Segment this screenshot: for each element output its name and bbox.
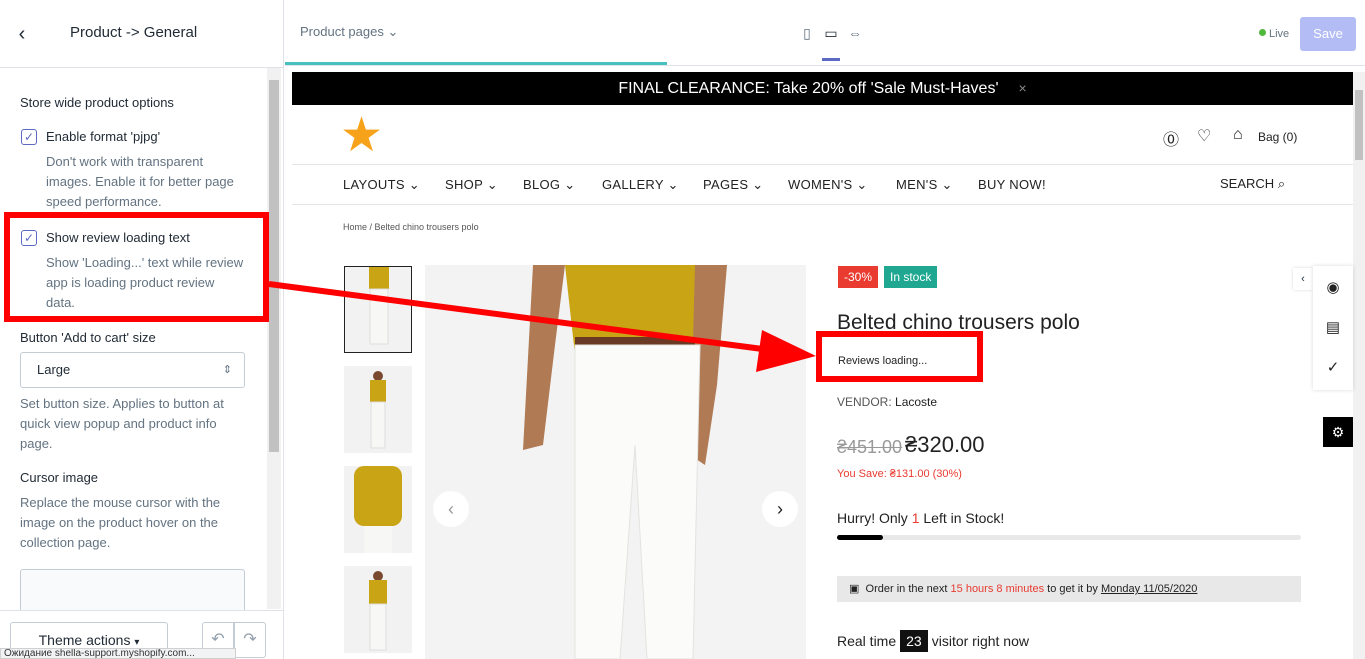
product-thumbnail-4[interactable] (344, 566, 412, 653)
chevron-left-icon[interactable]: ‹ (1293, 268, 1313, 290)
product-thumbnail-3[interactable] (344, 466, 412, 553)
button-size-select[interactable]: Large ⇕ (20, 352, 245, 388)
nav-womens[interactable]: WOMEN'S ⌄ (788, 177, 868, 193)
pjpg-checkbox[interactable]: ✓ (21, 129, 37, 145)
close-icon[interactable]: × (1019, 80, 1027, 96)
live-dot-icon (1259, 29, 1266, 36)
nav-pages[interactable]: PAGES ⌄ (703, 177, 763, 193)
stock-badge: In stock (884, 266, 938, 288)
sale-badge: -30% (838, 266, 879, 288)
vendor-name[interactable]: Lacoste (895, 395, 937, 409)
order-mid: to get it by (1047, 583, 1098, 595)
stock-countdown: Hurry! Only 1 Left in Stock! (837, 510, 1004, 526)
realtime-pre: Real time (837, 633, 897, 649)
image-prev-icon[interactable]: ‹ (433, 491, 469, 527)
realtime-visitors: Real time 23 visitor right now (837, 630, 1029, 652)
search-button[interactable]: SEARCH ⌕ (1220, 176, 1285, 192)
caret-down-icon: ▾ (134, 637, 140, 648)
truck-icon: ▣ (849, 583, 860, 595)
sidebar-header: ‹ Product -> General (0, 0, 283, 68)
current-price: ₴320.00 (905, 432, 985, 457)
nav-mens[interactable]: MEN'S ⌄ (896, 177, 953, 193)
active-device-indicator (822, 58, 840, 61)
announcement-bar: FINAL CLEARANCE: Take 20% off 'Sale Must… (292, 72, 1353, 105)
hurry-post: Left in Stock! (923, 510, 1005, 526)
visitor-count: 23 (900, 630, 928, 652)
save-button[interactable]: Save (1300, 17, 1356, 51)
hurry-number: 1 (911, 510, 920, 526)
breadcrumb: Home / Belted chino trousers polo (343, 222, 479, 232)
mobile-view-icon[interactable]: ▯ (798, 24, 816, 42)
fullwidth-view-icon[interactable]: ⇔ (846, 24, 864, 42)
highlight-box-sidebar (4, 212, 269, 322)
product-thumbnail-2[interactable] (344, 366, 412, 453)
cursor-image-description: Replace the mouse cursor with the image … (20, 495, 221, 550)
vendor: VENDOR: Lacoste (837, 395, 937, 409)
realtime-post: visitor right now (931, 633, 1029, 649)
nav-shop[interactable]: SHOP ⌄ (445, 177, 498, 193)
product-main-image[interactable]: ‹ › (425, 265, 806, 659)
desktop-view-icon[interactable]: ▭ (822, 24, 840, 42)
nav-blog[interactable]: BLOG ⌄ (523, 177, 575, 193)
page-type-select[interactable]: Product pages ⌄ (300, 24, 398, 40)
preview-scrollbar-thumb[interactable] (1355, 90, 1363, 160)
order-date: Monday 11/05/2020 (1100, 583, 1198, 595)
store-logo[interactable]: ★ (340, 112, 383, 160)
bag-icon[interactable]: ⌂ (1233, 126, 1243, 144)
loading-progress-bar (285, 62, 667, 65)
button-size-value: Large (37, 362, 71, 377)
vendor-label: VENDOR: (837, 395, 892, 409)
button-size-description: Set button size. Applies to button at qu… (20, 396, 224, 451)
chevron-left-icon[interactable]: ‹ (8, 20, 36, 48)
pjpg-label: Enable format 'pjpg' (46, 129, 161, 144)
nav-divider (292, 204, 1353, 205)
nav-gallery[interactable]: GALLERY ⌄ (602, 177, 679, 193)
order-pre: Order in the next (865, 583, 948, 595)
preview-scrollbar[interactable] (1353, 72, 1365, 659)
help-icon[interactable]: ⓪ (1163, 126, 1179, 150)
theme-actions-label: Theme actions (38, 632, 131, 648)
stock-progress-fill (837, 535, 884, 540)
order-time: 15 hours 8 minutes (950, 583, 1045, 595)
sidebar-title: Product -> General (70, 24, 198, 41)
pjpg-description: Don't work with transparent images. Enab… (46, 154, 234, 209)
chevron-down-icon: ⌄ (387, 24, 399, 39)
browser-status-bar: Ожидание shella-support.myshopify.com... (0, 648, 236, 659)
delivery-timer: ▣ Order in the next 15 hours 8 minutes t… (837, 576, 1301, 602)
search-icon: ⌕ (1277, 176, 1286, 191)
nav-layouts[interactable]: LAYOUTS ⌄ (343, 177, 420, 193)
search-label: SEARCH (1220, 176, 1275, 191)
highlight-box-preview (816, 331, 983, 382)
select-arrows-icon: ⇕ (222, 364, 232, 376)
hurry-pre: Hurry! Only (837, 510, 908, 526)
you-save: You Save: ₴131.00 (30%) (837, 468, 962, 480)
redo-icon[interactable]: ↷ (234, 622, 266, 658)
gears-icon[interactable]: ⚙ (1323, 417, 1353, 447)
stock-progress-bar (837, 535, 1301, 540)
page-type-label: Product pages (300, 24, 384, 39)
product-thumbnail-1[interactable] (344, 266, 412, 353)
live-status: Live (1259, 28, 1289, 40)
old-price: ₴451.00 (837, 437, 903, 457)
announcement-text: FINAL CLEARANCE: Take 20% off 'Sale Must… (618, 80, 999, 97)
bag-count[interactable]: Bag (0) (1258, 130, 1297, 144)
check-icon[interactable]: ✓ (1320, 355, 1346, 381)
nav-buy-now[interactable]: BUY NOW! (978, 177, 1046, 192)
live-label: Live (1269, 28, 1290, 40)
heart-icon[interactable]: ♡ (1197, 126, 1211, 146)
theme-editor-sidebar: ‹ Product -> General Store wide product … (0, 0, 284, 659)
cursor-image-label: Cursor image (20, 470, 99, 485)
eye-icon[interactable]: ◉ (1320, 275, 1346, 301)
header-divider (292, 164, 1353, 165)
image-next-icon[interactable]: › (762, 491, 798, 527)
clipboard-icon[interactable]: ▤ (1320, 315, 1346, 341)
section-title: Store wide product options (20, 95, 174, 110)
button-size-label: Button 'Add to cart' size (20, 330, 156, 345)
sidebar-scrollbar-thumb[interactable] (269, 80, 279, 452)
